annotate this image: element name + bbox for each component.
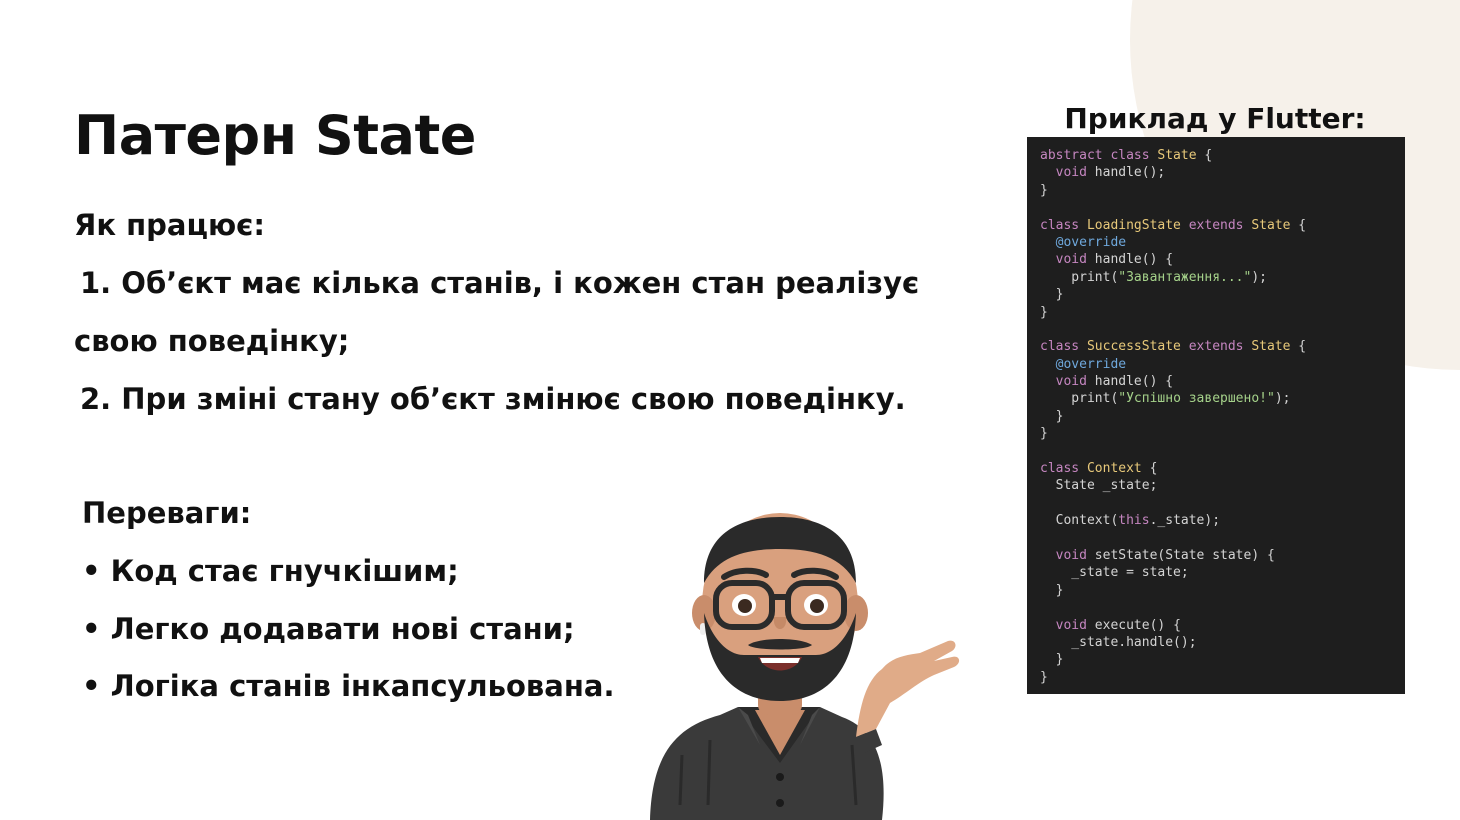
code-line: @override (1040, 234, 1405, 251)
code-token: } (1040, 669, 1048, 685)
how-it-works-point-1-line-2: свою поведінку; (74, 324, 350, 358)
code-line: } (1040, 182, 1405, 199)
code-token: State _state; (1040, 478, 1158, 494)
code-line: void handle() { (1040, 251, 1405, 268)
code-token: handle(); (1094, 165, 1166, 181)
presentation-slide: Патерн State Як працює: 1. Об’єкт має кі… (0, 0, 1460, 820)
code-line: } (1040, 408, 1405, 425)
code-token: { (1196, 148, 1213, 163)
code-line: } (1040, 304, 1405, 321)
code-line: _state = state; (1040, 564, 1405, 581)
code-example-block: abstract class State { void handle();} cl… (1027, 137, 1405, 694)
code-token: void (1040, 374, 1095, 390)
how-it-works-point-2: 2. При зміні стану об’єкт змінює свою по… (80, 382, 906, 416)
code-token: void (1040, 547, 1095, 563)
how-it-works-heading: Як працює: (74, 208, 265, 242)
code-line: print("Завантаження..."); (1040, 269, 1405, 286)
memoji-presenter-avatar-icon (650, 513, 960, 820)
code-line: State _state; (1040, 477, 1405, 494)
code-token: _state.handle(); (1040, 634, 1197, 650)
code-line: } (1040, 651, 1405, 668)
code-line: abstract class State { (1040, 147, 1405, 164)
code-line: } (1040, 425, 1405, 442)
code-line: print("Успішно завершено!"); (1040, 390, 1405, 407)
code-token: void (1040, 252, 1095, 268)
code-line: } (1040, 669, 1405, 686)
code-token: State (1251, 339, 1291, 355)
code-line: _state.handle(); (1040, 634, 1405, 651)
code-token: class (1040, 461, 1087, 477)
code-token: State (1157, 148, 1197, 163)
code-token: "Успішно завершено!" (1118, 391, 1275, 407)
code-example-caption: Приклад у Flutter: (1064, 102, 1366, 135)
code-token: print( (1040, 269, 1119, 285)
code-line: void setState(State state) { (1040, 547, 1405, 564)
code-token: SuccessState (1086, 339, 1189, 355)
code-token: this (1118, 513, 1150, 529)
code-line: void handle(); (1040, 164, 1405, 181)
code-token: class (1040, 339, 1087, 355)
code-line: class LoadingState extends State { (1040, 217, 1405, 234)
code-token: @override (1040, 234, 1127, 250)
code-token: } (1040, 582, 1064, 598)
code-token: } (1040, 426, 1048, 442)
code-token: class (1040, 217, 1087, 233)
code-token: } (1040, 182, 1048, 198)
code-token: ); (1274, 391, 1291, 407)
code-token: void (1040, 165, 1095, 181)
code-line: void handle() { (1040, 373, 1405, 390)
code-token: } (1040, 304, 1048, 320)
code-line: class SuccessState extends State { (1040, 338, 1405, 355)
code-token: void (1040, 617, 1095, 633)
code-token: Context( (1040, 513, 1119, 529)
advantage-item: • Логіка станів інкапсульована. (82, 669, 615, 703)
code-token: setState(State state) { (1094, 547, 1275, 563)
code-token: } (1040, 287, 1064, 303)
advantage-item: • Легко додавати нові стани; (82, 612, 575, 646)
code-token: handle() { (1094, 374, 1174, 390)
code-token: State (1251, 217, 1291, 233)
code-line: void execute() { (1040, 617, 1405, 634)
how-it-works-point-1-line-1: 1. Об’єкт має кілька станів, і кожен ста… (80, 266, 920, 300)
code-token: extends (1188, 217, 1252, 233)
code-token: @override (1040, 356, 1127, 372)
code-token: ._state); (1149, 513, 1221, 529)
code-token: "Завантаження..." (1118, 269, 1252, 285)
code-token: _state = state; (1040, 565, 1189, 581)
code-token: LoadingState (1086, 217, 1189, 233)
code-line: class Context { (1040, 460, 1405, 477)
code-token: print( (1040, 391, 1119, 407)
advantages-heading: Переваги: (82, 496, 252, 530)
code-token: Context (1086, 461, 1142, 477)
advantage-item: • Код стає гнучкішим; (82, 554, 459, 588)
code-token: { (1290, 339, 1307, 355)
code-token: } (1040, 408, 1064, 424)
code-token: handle() { (1094, 252, 1174, 268)
code-token: { (1290, 217, 1307, 233)
code-line: } (1040, 286, 1405, 303)
slide-title: Патерн State (74, 104, 476, 167)
code-line: Context(this._state); (1040, 512, 1405, 529)
code-token: abstract class (1040, 148, 1158, 163)
code-token: execute() { (1094, 617, 1181, 633)
code-line: @override (1040, 356, 1405, 373)
code-token: extends (1188, 339, 1252, 355)
code-token: { (1141, 461, 1158, 477)
code-line: } (1040, 582, 1405, 599)
code-token: } (1040, 652, 1064, 668)
code-token: ); (1251, 269, 1267, 285)
